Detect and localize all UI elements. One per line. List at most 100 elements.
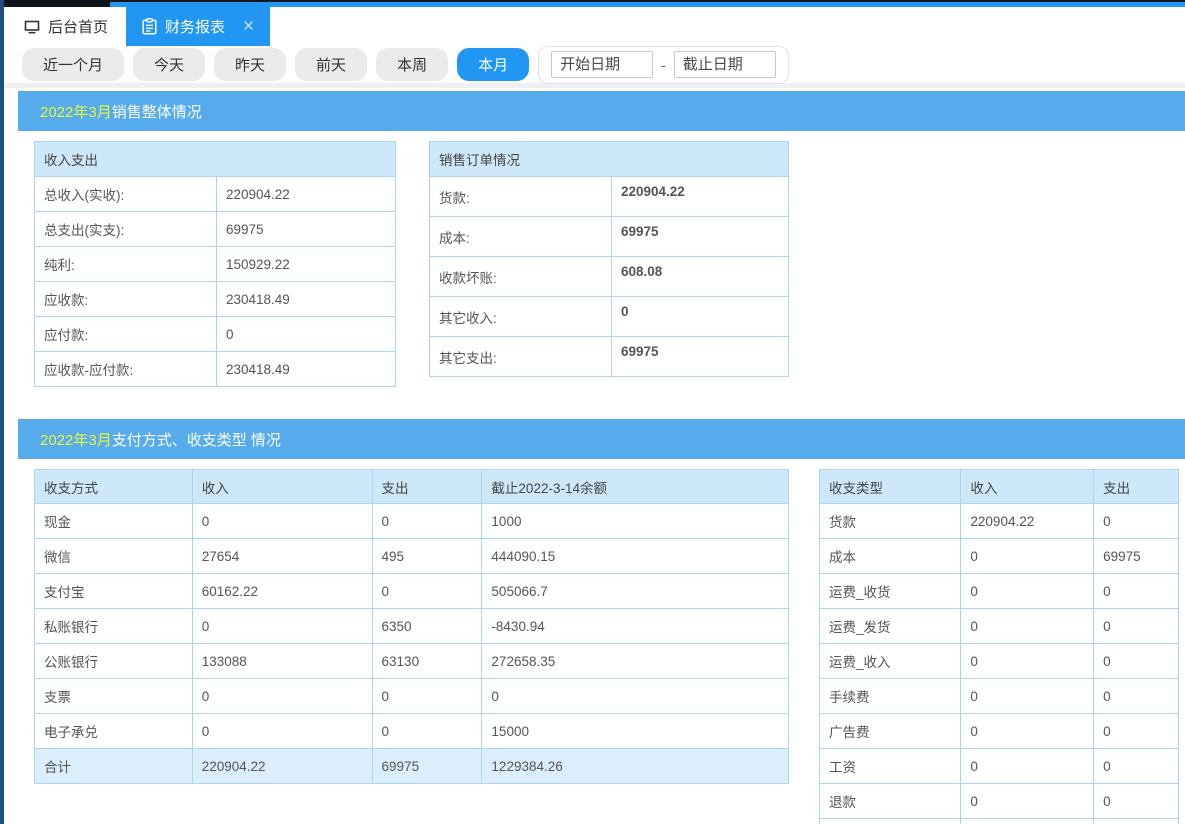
table-row: 成本:69975 [430, 217, 789, 257]
cell: 0 [961, 539, 1094, 574]
report-content: 2022年3月销售整体情况 收入支出 总收入(实收):220904.22 总支出… [4, 88, 1185, 824]
finance-report-page: 后台首页 财务报表 × 近一个月 今天 昨天 前天 本周 本月 - 2022年3… [0, 0, 1185, 824]
income-type-table: 收支类型 收入 支出 货款220904.220 成本069975 运费_收货00… [819, 469, 1179, 824]
table-row: 运费_发货00 [820, 609, 1179, 644]
cell: 272658.35 [482, 644, 789, 679]
cell: 支付宝 [35, 574, 193, 609]
table-row: 工资00 [820, 749, 1179, 784]
cell: 广告费 [820, 714, 961, 749]
cell: 合计 [35, 749, 193, 784]
row-value: 150929.22 [217, 247, 396, 282]
row-value: 608.08 [612, 257, 789, 297]
monitor-icon [24, 20, 40, 34]
tab-finance-report[interactable]: 财务报表 × [126, 7, 270, 46]
cell [961, 819, 1094, 824]
table-row: 成本069975 [820, 539, 1179, 574]
tab-bar: 后台首页 财务报表 × [4, 0, 1185, 46]
table-title: 收入支出 [35, 142, 396, 177]
close-icon[interactable]: × [243, 17, 254, 36]
cell: 495 [372, 539, 482, 574]
start-date-input[interactable] [551, 51, 653, 78]
row-label: 应付款: [35, 317, 217, 352]
section-title-sales-overview: 2022年3月销售整体情况 [18, 91, 1185, 131]
cell: 0 [372, 714, 482, 749]
cell: 运费_收入 [820, 644, 961, 679]
column-header: 支出 [372, 470, 482, 504]
income-expense-table: 收入支出 总收入(实收):220904.22 总支出(实支):69975 纯利:… [34, 141, 396, 387]
cell: 工资 [820, 749, 961, 784]
table-row: 收入支出 [35, 142, 396, 177]
cell: 0 [372, 574, 482, 609]
table-row: 手续费00 [820, 679, 1179, 714]
row-value: 0 [217, 317, 396, 352]
table-row: 纯利:150929.22 [35, 247, 396, 282]
table-row: 总收入(实收):220904.22 [35, 177, 396, 212]
cell: 0 [961, 749, 1094, 784]
cell: 私账银行 [35, 609, 193, 644]
section2-title-text: 支付方式、收支类型 情况 [112, 429, 281, 450]
row-label: 纯利: [35, 247, 217, 282]
table-row-clipped [820, 819, 1179, 824]
cell: 0 [961, 574, 1094, 609]
filter-today[interactable]: 今天 [133, 48, 205, 81]
end-date-input[interactable] [674, 51, 776, 78]
tab-label: 后台首页 [48, 16, 108, 37]
table-row: 销售订单情况 [430, 142, 789, 177]
cell: 0 [1094, 714, 1179, 749]
filter-this-week[interactable]: 本周 [376, 48, 448, 81]
cell: 0 [192, 504, 372, 539]
cell: 0 [961, 679, 1094, 714]
section1-title-text: 销售整体情况 [112, 101, 202, 122]
filter-this-month[interactable]: 本月 [457, 48, 529, 81]
row-label: 其它支出: [430, 337, 612, 377]
cell: 69975 [1094, 539, 1179, 574]
cell: 27654 [192, 539, 372, 574]
cell: 60162.22 [192, 574, 372, 609]
cell: 220904.22 [961, 504, 1094, 539]
table-row: 其它收入:0 [430, 297, 789, 337]
table-row: 支付宝60162.220505066.7 [35, 574, 789, 609]
cell: 0 [192, 714, 372, 749]
section2-date: 2022年3月 [40, 429, 112, 450]
cell: 0 [372, 504, 482, 539]
cell: 0 [1094, 504, 1179, 539]
cell: 6350 [372, 609, 482, 644]
cell: 0 [961, 784, 1094, 819]
table-row: 货款220904.220 [820, 504, 1179, 539]
cell: 220904.22 [192, 749, 372, 784]
cell: 手续费 [820, 679, 961, 714]
cell: 63130 [372, 644, 482, 679]
cell: 支票 [35, 679, 193, 714]
cell: 1229384.26 [482, 749, 789, 784]
cell: 电子承兑 [35, 714, 193, 749]
filter-yesterday[interactable]: 昨天 [214, 48, 286, 81]
cell: 现金 [35, 504, 193, 539]
tab-backend-home[interactable]: 后台首页 [6, 7, 126, 46]
cell: 444090.15 [482, 539, 789, 574]
cell: 运费_发货 [820, 609, 961, 644]
report-icon [142, 18, 157, 35]
cell: 15000 [482, 714, 789, 749]
cell: 1000 [482, 504, 789, 539]
sales-order-table: 销售订单情况 货款:220904.22 成本:69975 收款坏账:608.08… [429, 141, 789, 377]
table-row: 广告费00 [820, 714, 1179, 749]
row-value: 0 [612, 297, 789, 337]
table-row: 支票000 [35, 679, 789, 714]
cell: 0 [1094, 679, 1179, 714]
row-label: 应收款: [35, 282, 217, 317]
cell: 0 [372, 679, 482, 714]
cell: 0 [192, 679, 372, 714]
table-row: 私账银行06350-8430.94 [35, 609, 789, 644]
filter-day-before-yesterday[interactable]: 前天 [295, 48, 367, 81]
table-row: 现金001000 [35, 504, 789, 539]
table-header-row: 收支类型 收入 支出 [820, 470, 1179, 504]
filter-near-month[interactable]: 近一个月 [22, 48, 124, 81]
table-row: 应付款:0 [35, 317, 396, 352]
table-row: 电子承兑0015000 [35, 714, 789, 749]
cell: -8430.94 [482, 609, 789, 644]
table-row: 其它支出:69975 [430, 337, 789, 377]
column-header: 截止2022-3-14余额 [482, 470, 789, 504]
table-header-row: 收支方式 收入 支出 截止2022-3-14余额 [35, 470, 789, 504]
cell: 0 [1094, 609, 1179, 644]
date-separator: - [661, 57, 666, 73]
